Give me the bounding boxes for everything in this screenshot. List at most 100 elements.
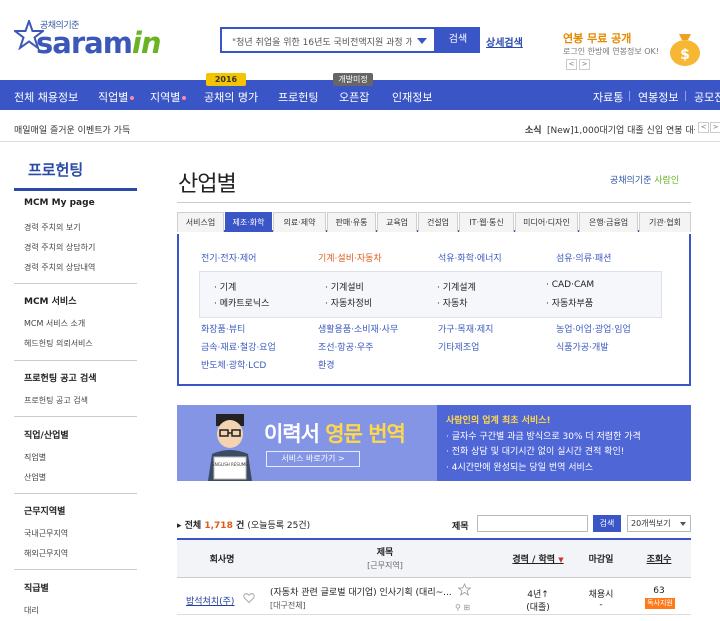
sort-arrow-icon: ▼ bbox=[558, 556, 564, 564]
sidebar-divider bbox=[14, 416, 137, 417]
nav-item-open-job[interactable]: 오픈잡 bbox=[339, 89, 369, 105]
row-divider bbox=[177, 614, 691, 615]
search-dropdown-icon[interactable] bbox=[417, 38, 427, 44]
sidebar-link[interactable]: 경력 주치의 보기 bbox=[24, 222, 81, 233]
banner-line: · 전화 상담 및 대기시간 없이 실시간 견적 확인! bbox=[446, 447, 625, 457]
category-link[interactable]: 섬유·의류·패션 bbox=[556, 251, 611, 264]
sidebar-link[interactable]: 프로헌팅 공고 검색 bbox=[24, 395, 88, 406]
nav-item-contest[interactable]: 공모전 bbox=[694, 89, 720, 105]
sidebar-section-region[interactable]: 근무지역별 bbox=[24, 504, 65, 517]
subcategory-link[interactable]: · 기계설비 bbox=[325, 280, 364, 293]
promo-title[interactable]: 연봉 무료 공개 bbox=[563, 30, 631, 46]
sidebar-link[interactable]: 직업별 bbox=[24, 452, 46, 463]
nav-item-prohunting[interactable]: 프로헌팅 bbox=[278, 89, 318, 105]
column-views[interactable]: 조회수 bbox=[630, 552, 688, 565]
tab-it[interactable]: IT·웹·통신 bbox=[459, 212, 514, 232]
sidebar-link[interactable]: 국내근무지역 bbox=[24, 528, 68, 539]
news-ticker[interactable]: [New]1,000대기업 대졸 신입 연봉 대공개! bbox=[547, 123, 695, 136]
sidebar-section-mcm[interactable]: MCM 서비스 bbox=[24, 294, 77, 307]
subcategory-link[interactable]: · CAD·CAM bbox=[546, 280, 594, 290]
search-icon[interactable]: ⚲ ⊞ bbox=[455, 603, 470, 612]
nav-item-salary[interactable]: 연봉정보 bbox=[638, 89, 678, 105]
sidebar-title-underline bbox=[14, 188, 137, 191]
star-icon[interactable] bbox=[458, 583, 471, 596]
subcategory-link[interactable]: · 자동차정비 bbox=[325, 296, 372, 309]
sidebar-section-industry[interactable]: 직업/산업별 bbox=[24, 428, 69, 441]
sidebar-section-search[interactable]: 프로헌팅 공고 검색 bbox=[24, 371, 97, 384]
education-value: (대졸) bbox=[526, 603, 550, 613]
tab-media[interactable]: 미디어·디자인 bbox=[515, 212, 578, 232]
banner-title-white: 이력서 bbox=[264, 422, 320, 446]
nav-item-resources[interactable]: 자료통 bbox=[593, 89, 623, 105]
promo-prev-button[interactable]: < bbox=[566, 59, 577, 70]
nav-item-by-job[interactable]: 직업별 bbox=[98, 89, 135, 105]
category-link[interactable]: 환경 bbox=[318, 358, 335, 371]
category-link[interactable]: 식품가공·개발 bbox=[556, 340, 609, 353]
tab-education[interactable]: 교육업 bbox=[377, 212, 417, 232]
apply-badge[interactable]: 독사지원 bbox=[645, 598, 675, 609]
tab-service[interactable]: 서비스업 bbox=[177, 212, 224, 232]
category-link[interactable]: 화장품·뷰티 bbox=[201, 322, 245, 335]
list-search-button[interactable]: 검색 bbox=[593, 515, 621, 532]
event-ticker[interactable]: 매일매일 즐거운 이벤트가 가득 bbox=[14, 123, 130, 136]
tab-institution[interactable]: 기관·협회 bbox=[639, 212, 691, 232]
banner-service-button[interactable]: 서비스 바로가기 > bbox=[266, 451, 360, 467]
tab-manufacturing[interactable]: 제조·화학 bbox=[225, 212, 272, 232]
nav-item-by-region[interactable]: 지역별 bbox=[150, 89, 187, 105]
subcategory-link[interactable]: · 기계설계 bbox=[437, 280, 476, 293]
banner-title: 이력서 영문 번역 bbox=[264, 418, 406, 448]
today-count: (오늘등록 25건) bbox=[247, 521, 311, 531]
sidebar-link[interactable]: 해외근무지역 bbox=[24, 548, 68, 559]
tab-retail[interactable]: 판매·유통 bbox=[327, 212, 376, 232]
category-link[interactable]: 석유·화학·에너지 bbox=[438, 251, 502, 264]
search-input[interactable]: "청년 취업을 위한 16년도 국비전액지원 과정 개설" bbox=[220, 27, 436, 53]
column-title-sub: [근무지역] bbox=[367, 561, 403, 570]
sidebar-link[interactable]: MCM 서비스 소개 bbox=[24, 318, 85, 329]
company-link[interactable]: 밥석쳐치(주) bbox=[186, 594, 234, 607]
sidebar-link[interactable]: 대리 bbox=[24, 605, 39, 616]
total-number: 1,718 bbox=[204, 521, 233, 531]
search-button[interactable]: 검색 bbox=[436, 27, 480, 53]
page-size-select[interactable]: 20개씩보기 bbox=[627, 515, 691, 532]
list-search-input[interactable] bbox=[477, 515, 588, 532]
nav-item-talent[interactable]: 인재정보 bbox=[392, 89, 432, 105]
category-link[interactable]: 가구·목재·제지 bbox=[438, 322, 493, 335]
subcategory-link[interactable]: · 기계 bbox=[214, 280, 236, 293]
money-bag-icon: $ bbox=[670, 34, 700, 66]
category-link[interactable]: 조선·항공·우주 bbox=[318, 340, 373, 353]
category-link[interactable]: 반도체·광학·LCD bbox=[201, 358, 266, 371]
logo[interactable]: saramin bbox=[36, 28, 162, 58]
subcategory-link[interactable]: · 메카트로닉스 bbox=[214, 296, 269, 309]
sidebar-section-mypage[interactable]: MCM My page bbox=[24, 198, 95, 208]
sidebar-link[interactable]: 산업별 bbox=[24, 472, 46, 483]
nav-item-all-jobs[interactable]: 전체 채용정보 bbox=[14, 89, 78, 105]
promo-next-button[interactable]: > bbox=[579, 59, 590, 70]
column-career[interactable]: 경력 / 학력 ▼ bbox=[503, 552, 573, 565]
category-link[interactable]: 기타제조업 bbox=[438, 340, 479, 353]
tab-construction[interactable]: 건설업 bbox=[418, 212, 458, 232]
sidebar-link[interactable]: 헤드헌팅 의뢰서비스 bbox=[24, 338, 93, 349]
category-link[interactable]: 생활용품·소비재·사무 bbox=[318, 322, 398, 335]
news-prev-button[interactable]: < bbox=[698, 122, 709, 133]
nav-item-label: 지역별 bbox=[150, 91, 181, 104]
sidebar-divider bbox=[14, 493, 137, 494]
detail-search-link[interactable]: 상세검색 bbox=[486, 34, 523, 49]
search-input-value: "청년 취업을 위한 16년도 국비전액지원 과정 개설" bbox=[232, 38, 412, 48]
sidebar-link[interactable]: 경력 주치의 상담내역 bbox=[24, 262, 95, 273]
tab-finance[interactable]: 은행·금융업 bbox=[579, 212, 638, 232]
news-next-button[interactable]: > bbox=[710, 122, 720, 133]
heart-icon[interactable] bbox=[243, 592, 255, 604]
sidebar-link[interactable]: 경력 주치의 상담하기 bbox=[24, 242, 95, 253]
nav-item-top-companies[interactable]: 공채의 명가 bbox=[204, 89, 258, 105]
subcategory-link[interactable]: · 자동차부품 bbox=[546, 296, 593, 309]
category-link-selected[interactable]: 기계·설비·자동차 bbox=[318, 251, 382, 264]
subcategory-link[interactable]: · 자동차 bbox=[437, 296, 468, 309]
deadline-sub: - bbox=[599, 600, 603, 610]
tab-medical[interactable]: 의료·제약 bbox=[273, 212, 326, 232]
category-link[interactable]: 금속·재료·철강·요업 bbox=[201, 340, 276, 353]
category-link[interactable]: 전기·전자·제어 bbox=[201, 251, 256, 264]
views-value: 63 bbox=[653, 586, 665, 596]
category-link[interactable]: 농업·어업·광업·임업 bbox=[556, 322, 631, 335]
job-title-link[interactable]: (자동차 관련 글로벌 대기업) 인사기획 (대리~... bbox=[270, 585, 452, 598]
sidebar-section-rank[interactable]: 직급별 bbox=[24, 581, 49, 594]
